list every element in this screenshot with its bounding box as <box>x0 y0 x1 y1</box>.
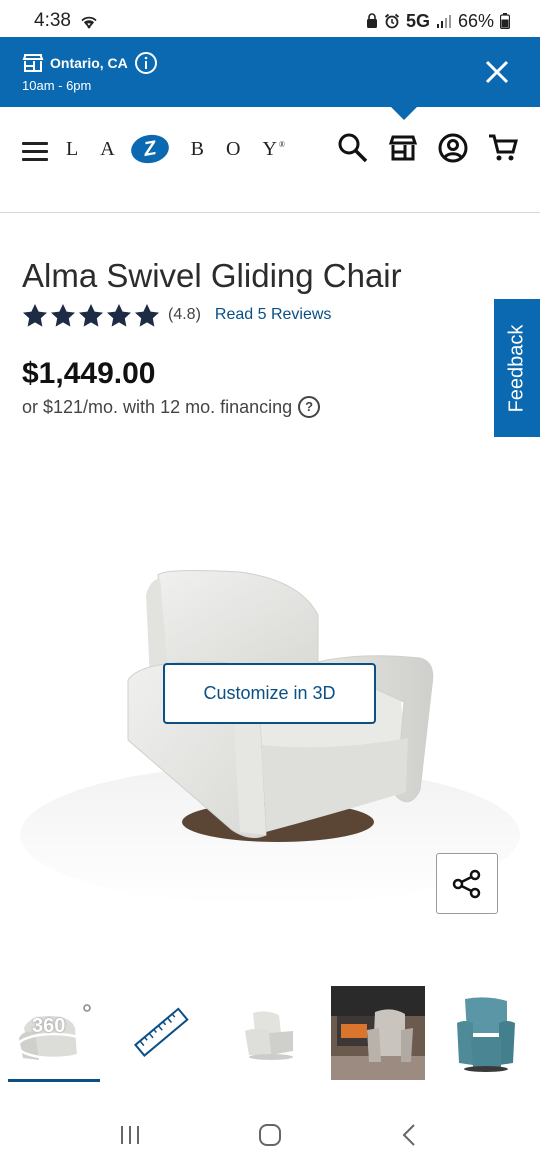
thumbnail-chair-room[interactable] <box>324 985 432 1081</box>
star-icon <box>79 304 103 327</box>
thumbnail-chair-teal[interactable] <box>432 985 540 1081</box>
product-price: $1,449.00 <box>22 357 156 390</box>
product-title: Alma Swivel Gliding Chair <box>22 257 402 294</box>
signal-icon <box>436 15 451 28</box>
rating-value: (4.8) <box>168 306 201 323</box>
store-banner[interactable]: Ontario, CA 10am - 6pm <box>0 37 540 107</box>
alarm-icon <box>384 13 400 29</box>
battery-percent: 66% <box>457 10 494 31</box>
thumbnail-strip: 360 <box>0 985 540 1083</box>
status-bar: 4:38 5G 66% <box>0 0 540 42</box>
help-icon[interactable]: ? <box>298 396 321 418</box>
share-icon <box>452 869 481 898</box>
info-icon[interactable] <box>134 51 158 75</box>
read-reviews-link[interactable]: Read 5 Reviews <box>215 306 332 324</box>
search-icon[interactable] <box>336 131 370 165</box>
network-label: 5G <box>405 10 430 31</box>
financing-text: or $121/mo. with 12 mo. financing <box>22 396 293 417</box>
thumbnail-dimensions[interactable] <box>108 985 216 1081</box>
label-360: 360 <box>32 1015 66 1037</box>
store-location: Ontario, CA <box>50 55 128 71</box>
lazboy-logo[interactable]: L A Z B O Y ® <box>66 131 285 167</box>
customize-3d-button[interactable]: Customize in 3D <box>163 663 376 724</box>
back-icon[interactable] <box>390 1115 430 1155</box>
cart-icon[interactable] <box>486 131 520 165</box>
home-icon[interactable] <box>250 1115 290 1155</box>
ruler-icon <box>133 1007 189 1058</box>
thumbnail-chair-side[interactable] <box>216 985 324 1081</box>
financing-info: or $121/mo. with 12 mo. financing ? <box>22 396 321 418</box>
thumbnail-360[interactable]: 360 <box>0 985 108 1082</box>
feedback-label: Feedback <box>505 324 528 412</box>
star-rating <box>22 303 160 327</box>
rating-row: (4.8) Read 5 Reviews <box>22 303 331 327</box>
star-icon <box>51 304 75 327</box>
star-icon <box>107 304 131 327</box>
close-icon[interactable] <box>482 57 512 87</box>
store-locator-icon[interactable] <box>386 131 420 165</box>
site-header: L A Z B O Y ® <box>0 107 540 213</box>
system-nav-bar <box>0 1100 540 1170</box>
star-icon <box>135 304 159 327</box>
wifi-icon <box>81 16 97 29</box>
feedback-tab[interactable]: Feedback <box>494 299 540 437</box>
lock-icon <box>366 13 377 28</box>
store-icon <box>22 54 44 72</box>
status-time: 4:38 <box>34 10 71 31</box>
recent-apps-icon[interactable] <box>110 1115 150 1155</box>
battery-icon <box>500 13 510 29</box>
menu-icon[interactable] <box>22 142 48 162</box>
star-icon <box>23 304 47 327</box>
store-hours: 10am - 6pm <box>22 78 92 93</box>
account-icon[interactable] <box>436 131 470 165</box>
share-button[interactable] <box>436 853 498 914</box>
